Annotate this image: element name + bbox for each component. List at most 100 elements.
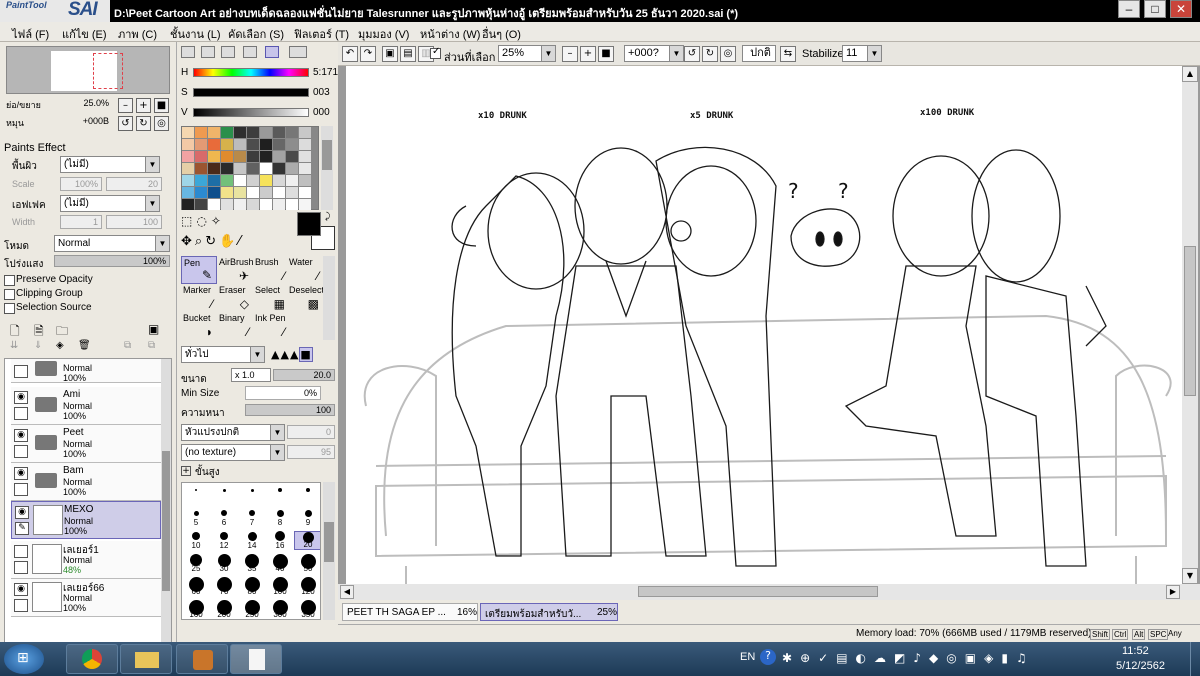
color-swatch[interactable] [208,163,220,174]
menu-view[interactable]: มุมมอง (V) [358,25,409,43]
mode-select[interactable]: ปกติ [742,45,776,62]
color-swatch[interactable] [286,199,298,210]
brush-size-cell[interactable]: 9 [294,508,320,527]
lock-toggle[interactable] [14,561,28,574]
brush-texture-select[interactable]: (no texture) ▼ [181,444,285,461]
tool-pen[interactable]: Pen ✎ [181,256,217,284]
sai-taskbar-icon[interactable] [230,644,282,674]
color-swatch[interactable] [221,163,233,174]
layer-item[interactable]: เลเยอร์1 Normal 48% [11,541,161,579]
color-swatch[interactable] [221,175,233,186]
color-swatch[interactable] [273,175,285,186]
color-swatch[interactable] [260,199,272,210]
color-swatch[interactable] [260,187,272,198]
show-desktop-button[interactable] [1190,642,1200,676]
nav-zoom-in-icon[interactable]: + [136,98,151,113]
color-swatch[interactable] [273,163,285,174]
flatten-icon[interactable]: ⧉ [148,340,155,351]
rotate-reset-icon[interactable]: ◎ [720,46,736,62]
color-swatch[interactable] [286,163,298,174]
color-swatch[interactable] [260,127,272,138]
tray-icon[interactable]: ◈ [984,651,1001,665]
density-slider[interactable]: 100 [245,404,335,416]
saturation-slider[interactable] [193,88,309,97]
color-swatch[interactable] [195,199,207,210]
tray-icon[interactable]: ✓ [818,651,836,665]
lock-toggle[interactable] [14,407,28,420]
hardness-2-icon[interactable]: ▲ [280,348,289,361]
clock-date[interactable]: 5/12/2562 [1116,660,1165,672]
canvas-hscrollbar[interactable]: ◀ ▶ [338,584,1200,600]
language-indicator[interactable]: EN [740,651,755,663]
color-swatch[interactable] [299,199,311,210]
scroll-up-icon[interactable]: ▲ [1182,66,1198,82]
brush-size-cell[interactable]: 160 [182,600,210,619]
doc-tab[interactable]: PEET TH SAGA EP ... 16% [342,603,478,621]
rotate-left-icon[interactable]: ↺ [684,46,700,62]
tool-water[interactable]: Water ⁄ [287,256,323,284]
color-swatch[interactable] [260,163,272,174]
zoom-out-icon[interactable]: – [562,46,578,62]
swatch-scrollbar[interactable] [321,126,333,210]
close-button[interactable]: ✕ [1170,0,1192,18]
preserve-opacity-checkbox[interactable] [4,275,15,286]
color-swatch[interactable] [273,127,285,138]
volume-icon[interactable]: ♫ [1016,651,1035,665]
brush-size-cell[interactable]: 25 [182,554,210,573]
menu-others[interactable]: อื่นๆ (O) [482,25,521,43]
lock-toggle[interactable] [14,483,28,496]
brush-size-cell[interactable] [182,485,210,504]
size-multiplier[interactable]: x 1.0 [231,368,271,382]
color-swatch[interactable] [182,127,194,138]
tool-brush[interactable]: Brush ⁄ [253,256,289,284]
size-slider[interactable]: 20.0 [273,369,335,381]
hardness-4-icon[interactable]: ■ [299,347,313,362]
color-swatch[interactable] [208,187,220,198]
color-swatch[interactable] [195,175,207,186]
network-icon[interactable]: ▮ [1001,651,1016,665]
lock-toggle[interactable] [14,445,28,458]
chrome-taskbar-icon[interactable] [66,644,118,674]
tray-icon[interactable]: ◎ [946,651,964,665]
blend-mode-select[interactable]: Normal ▼ [54,235,170,252]
delete-layer-icon[interactable]: 🗑 [78,340,91,351]
color-swatch[interactable] [299,187,311,198]
clipping-group-checkbox[interactable] [4,289,15,300]
color-swatch[interactable] [208,139,220,150]
layer-item[interactable]: ◉ เลเยอร์66 Normal 100% [11,579,161,617]
brush-size-cell[interactable]: 14 [238,531,266,550]
menu-filter[interactable]: ฟิลเตอร์ (T) [294,25,349,43]
tray-icon[interactable]: ▣ [965,651,984,665]
brush-size-cell[interactable]: 35 [238,554,266,573]
tool-eraser[interactable]: Eraser ◇ [217,284,253,312]
color-swatch[interactable] [234,139,246,150]
lock-toggle[interactable] [14,599,28,612]
hscroll-thumb[interactable] [638,586,878,597]
color-swatch[interactable] [286,139,298,150]
rect-select-icon[interactable]: ⬚ [181,214,196,228]
color-swatch[interactable] [234,127,246,138]
brush-size-cell[interactable]: 10 [182,531,210,550]
invert-selection-icon[interactable]: ▤ [400,46,416,62]
redo-icon[interactable]: ↷ [360,46,376,62]
merge-visible-icon[interactable]: ⧉ [124,340,131,351]
brush-size-scrollbar[interactable] [323,482,335,620]
tray-icon[interactable]: ☁ [874,651,894,665]
color-swatch[interactable] [286,175,298,186]
minsize-value[interactable]: 0% [245,386,321,400]
tool-bucket[interactable]: Bucket ◗ [181,312,217,340]
nav-rotate-reset-icon[interactable]: ◎ [154,116,169,131]
advanced-expand-icon[interactable]: + [181,466,191,476]
tray-icon[interactable]: ♪ [913,651,929,665]
layer-item[interactable]: ◉ Ami Normal 100% [11,387,161,425]
brush-size-cell[interactable]: 5 [182,508,210,527]
brush-size-cell[interactable]: 6 [210,508,238,527]
color-swatch[interactable] [234,199,246,210]
swap-colors-icon[interactable]: ⤸ [325,212,330,222]
brush-size-cell[interactable]: 50 [294,554,320,573]
color-swatch[interactable] [299,151,311,162]
tray-icon[interactable]: ✱ [782,651,800,665]
brush-size-cell[interactable] [266,485,294,504]
nav-rotate-right-icon[interactable]: ↻ [136,116,151,131]
nav-zoom-out-icon[interactable]: – [118,98,133,113]
